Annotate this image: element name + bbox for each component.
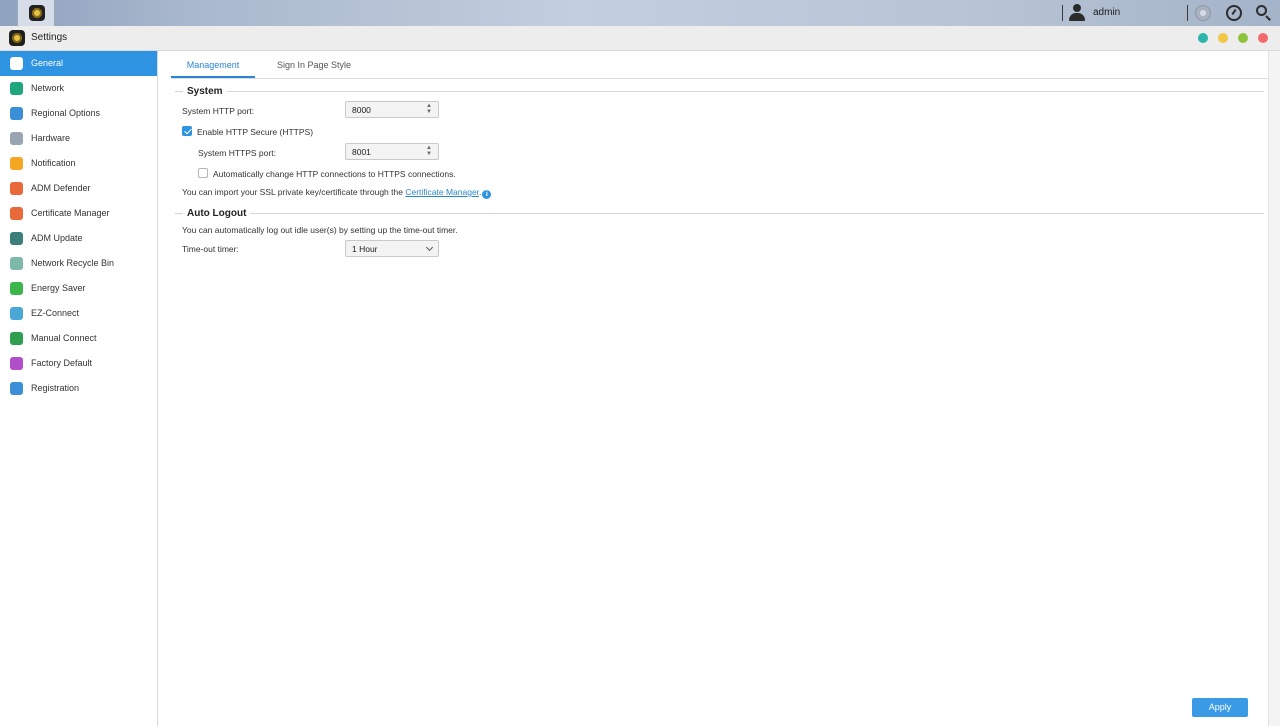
settings-icon <box>9 30 25 46</box>
ssl-import-suffix: . <box>479 187 482 197</box>
https-port-label: System HTTPS port: <box>198 148 276 158</box>
sidebar-item-label: General <box>31 58 64 68</box>
auto-redirect-https-checkbox[interactable] <box>198 168 208 178</box>
settings-app-icon[interactable] <box>29 5 45 21</box>
gauge-icon[interactable] <box>1226 5 1242 21</box>
close-window-button[interactable] <box>1258 33 1268 43</box>
certificate-manager-link[interactable]: Certificate Manager <box>405 187 479 197</box>
enable-https-label[interactable]: Enable HTTP Secure (HTTPS) <box>197 127 313 137</box>
sidebar-item-label: Notification <box>31 158 76 168</box>
taskbar: admin <box>0 0 1280 26</box>
registration-icon <box>10 382 23 395</box>
user-name[interactable]: admin <box>1093 7 1120 18</box>
adm-update-icon <box>10 232 23 245</box>
sidebar-item-label: ADM Defender <box>31 183 91 193</box>
timeout-timer-value[interactable]: 1 Hour <box>352 244 378 254</box>
hardware-icon <box>10 132 23 145</box>
sidebar-item-manual-connect[interactable]: Manual Connect <box>0 326 157 351</box>
tab-bar: Management Sign In Page Style <box>171 51 1268 79</box>
http-port-stepper[interactable]: 8000 ▲ ▼ <box>345 101 439 118</box>
factory-default-icon <box>10 357 23 370</box>
network-icon <box>10 82 23 95</box>
restore-window-button[interactable] <box>1198 33 1208 43</box>
sidebar-item-label: Network Recycle Bin <box>31 258 115 268</box>
search-icon[interactable] <box>1256 5 1272 21</box>
user-icon[interactable] <box>1069 4 1085 21</box>
recycle-bin-icon <box>10 257 23 270</box>
https-port-value[interactable]: 8001 <box>352 147 371 157</box>
tab-management[interactable]: Management <box>171 60 255 70</box>
sidebar-item-general[interactable]: General <box>0 51 157 76</box>
energy-saver-icon <box>10 282 23 295</box>
sidebar-item-network-recycle-bin[interactable]: Network Recycle Bin <box>0 251 157 276</box>
sidebar-item-label: Energy Saver <box>31 283 86 293</box>
section-title-system: System <box>183 86 227 97</box>
section-title-auto-logout: Auto Logout <box>183 208 251 219</box>
sidebar-item-label: Certificate Manager <box>31 208 110 218</box>
search-icon-lens <box>1256 5 1267 16</box>
sidebar-item-regional-options[interactable]: Regional Options <box>0 101 157 126</box>
sidebar-item-adm-update[interactable]: ADM Update <box>0 226 157 251</box>
sidebar-item-label: EZ-Connect <box>31 308 80 318</box>
sidebar-item-label: Manual Connect <box>31 333 97 343</box>
main-panel: Management Sign In Page Style System Sys… <box>158 51 1268 726</box>
settings-app-tab[interactable] <box>17 0 55 26</box>
sidebar-item-label: Network <box>31 83 65 93</box>
sidebar-item-label: Hardware <box>31 133 71 143</box>
timeout-timer-select[interactable]: 1 Hour <box>345 240 439 257</box>
https-port-stepper[interactable]: 8001 ▲ ▼ <box>345 143 439 160</box>
info-icon[interactable]: i <box>482 190 492 199</box>
sidebar-item-certificate-manager[interactable]: Certificate Manager <box>0 201 157 226</box>
active-tab-indicator <box>171 76 255 78</box>
sidebar: General Network Regional Options Hardwar… <box>0 51 158 726</box>
maximize-window-button[interactable] <box>1238 33 1248 43</box>
auto-logout-description: You can automatically log out idle user(… <box>182 225 458 235</box>
sidebar-item-adm-defender[interactable]: ADM Defender <box>0 176 157 201</box>
adm-defender-icon <box>10 182 23 195</box>
sidebar-item-label: Registration <box>31 383 80 393</box>
auto-redirect-https-label[interactable]: Automatically change HTTP connections to… <box>213 169 456 179</box>
timeout-timer-label: Time-out timer: <box>182 244 239 254</box>
scrollbar[interactable] <box>1268 51 1280 726</box>
stepper-arrows-icon[interactable]: ▲ ▼ <box>425 145 433 158</box>
search-icon-handle <box>1265 15 1271 21</box>
ez-connect-icon <box>10 307 23 320</box>
sidebar-item-label: Factory Default <box>31 358 93 368</box>
sidebar-item-energy-saver[interactable]: Energy Saver <box>0 276 157 301</box>
certificate-manager-icon <box>10 207 23 220</box>
notification-icon <box>10 157 23 170</box>
stepper-arrows-icon[interactable]: ▲ ▼ <box>425 103 433 116</box>
http-port-label: System HTTP port: <box>182 106 255 116</box>
ssl-import-prefix: You can import your SSL private key/cert… <box>182 187 406 197</box>
sidebar-item-hardware[interactable]: Hardware <box>0 126 157 151</box>
sidebar-item-registration[interactable]: Registration <box>0 376 157 401</box>
window-title: Settings <box>31 32 68 43</box>
general-icon <box>10 57 23 70</box>
chevron-down-icon[interactable] <box>425 243 434 252</box>
sidebar-item-label: Regional Options <box>31 108 101 118</box>
enable-https-checkbox[interactable] <box>182 126 192 136</box>
sidebar-item-factory-default[interactable]: Factory Default <box>0 351 157 376</box>
sidebar-item-ez-connect[interactable]: EZ-Connect <box>0 301 157 326</box>
http-port-value[interactable]: 8000 <box>352 105 371 115</box>
sidebar-item-label: ADM Update <box>31 233 83 243</box>
section-divider <box>175 213 1264 214</box>
sidebar-item-network[interactable]: Network <box>0 76 157 101</box>
user-icon-body <box>1069 13 1085 21</box>
section-divider <box>175 91 1264 92</box>
tab-sign-in-page-style[interactable]: Sign In Page Style <box>271 60 357 70</box>
user-icon-head <box>1073 4 1081 12</box>
window-titlebar: Settings <box>0 26 1280 51</box>
manual-connect-icon <box>10 332 23 345</box>
minimize-window-button[interactable] <box>1218 33 1228 43</box>
sidebar-item-notification[interactable]: Notification <box>0 151 157 176</box>
ssl-import-text: You can import your SSL private key/cert… <box>182 187 492 199</box>
disc-icon[interactable] <box>1195 5 1211 21</box>
apply-button[interactable]: Apply <box>1192 698 1248 717</box>
taskbar-divider <box>1062 5 1063 21</box>
regional-options-icon <box>10 107 23 120</box>
taskbar-divider <box>1187 5 1188 21</box>
